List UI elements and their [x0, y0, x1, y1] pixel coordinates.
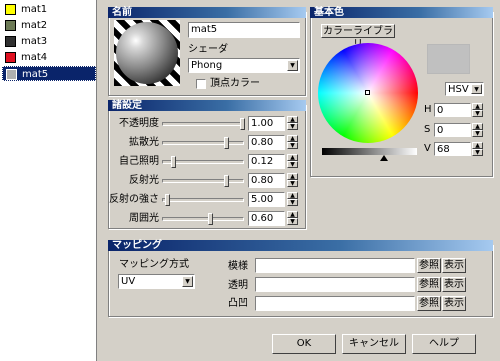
vertex-color-checkbox[interactable] — [196, 79, 206, 89]
material-swatch — [5, 20, 16, 31]
brightness-marker-icon[interactable] — [380, 155, 388, 161]
color-mode-value: HSV — [448, 84, 469, 95]
s-spinner[interactable]: ▲ ▼ — [472, 123, 483, 137]
settings-header: 諸設定 — [108, 100, 306, 111]
chevron-down-icon: ▼ — [471, 84, 482, 94]
specular-power-spinner[interactable]: ▲ ▼ — [287, 192, 298, 207]
diffuse-spinner[interactable]: ▲ ▼ — [287, 135, 298, 150]
pattern-show-button[interactable]: 表示 — [442, 258, 466, 273]
diffuse-slider[interactable] — [162, 137, 244, 149]
self-illumination-spinner[interactable]: ▲ ▼ — [287, 154, 298, 169]
slider-thumb[interactable] — [165, 194, 170, 206]
material-preview — [114, 20, 180, 86]
mapping-method-label: マッピング方式 — [119, 259, 189, 270]
shader-label: シェーダ — [188, 44, 228, 55]
preview-sphere — [116, 22, 178, 84]
transparency-map-input[interactable] — [255, 277, 415, 292]
basic-color-header: 基本色 — [310, 7, 493, 18]
opacity-spinner[interactable]: ▲ ▼ — [287, 116, 298, 131]
mapping-method-select[interactable]: UV ▼ — [118, 274, 195, 289]
material-swatch — [5, 36, 16, 47]
material-item[interactable]: mat4 — [2, 50, 96, 65]
diffuse-input[interactable]: 0.80 — [248, 135, 285, 150]
current-color-swatch — [427, 44, 470, 74]
s-label: S — [424, 124, 431, 135]
self-illumination-input[interactable]: 0.12 — [248, 154, 285, 169]
vertex-color-label: 頂点カラー — [210, 78, 260, 89]
self-illumination-slider[interactable] — [162, 156, 244, 168]
pattern-browse-button[interactable]: 参照 — [417, 258, 441, 273]
specular-label: 反射光 — [129, 175, 159, 186]
pattern-map-label: 模様 — [228, 261, 248, 272]
color-wheel[interactable] — [318, 43, 418, 143]
material-item[interactable]: mat3 — [2, 34, 96, 49]
slider-thumb[interactable] — [224, 175, 229, 187]
mapping-method-value: UV — [121, 276, 136, 287]
transparency-browse-button[interactable]: 参照 — [417, 277, 441, 292]
self-illumination-label: 自己照明 — [119, 156, 159, 167]
material-label: mat5 — [22, 69, 49, 80]
pattern-map-input[interactable] — [255, 258, 415, 273]
chevron-down-icon: ▼ — [287, 60, 298, 71]
material-item-selected[interactable]: mat5 — [2, 66, 96, 81]
h-label: H — [424, 104, 432, 115]
shader-value: Phong — [191, 60, 223, 71]
ambient-input[interactable]: 0.60 — [248, 211, 285, 226]
bump-map-label: 凸凹 — [228, 298, 248, 309]
bump-browse-button[interactable]: 参照 — [417, 296, 441, 311]
shader-select[interactable]: Phong ▼ — [188, 58, 300, 73]
material-swatch — [6, 69, 17, 80]
diffuse-label: 拡散光 — [129, 137, 159, 148]
h-spinner[interactable]: ▲ ▼ — [472, 103, 483, 117]
color-wheel-cursor[interactable] — [365, 90, 370, 95]
specular-power-slider[interactable] — [162, 194, 244, 206]
opacity-slider[interactable] — [162, 118, 245, 130]
material-list[interactable]: mat1 mat2 mat3 mat4 mat5 — [0, 0, 97, 361]
slider-thumb[interactable] — [208, 213, 213, 225]
bump-map-input[interactable] — [255, 296, 415, 311]
transparency-map-label: 透明 — [228, 280, 248, 291]
v-label: V — [424, 143, 431, 154]
material-label: mat1 — [21, 4, 48, 15]
mapping-header: マッピング — [108, 240, 493, 251]
bump-show-button[interactable]: 表示 — [442, 296, 466, 311]
brightness-bar[interactable] — [322, 148, 417, 155]
v-input[interactable]: 68 — [434, 142, 471, 156]
opacity-input[interactable]: 1.00 — [248, 116, 285, 131]
slider-thumb[interactable] — [224, 137, 229, 149]
material-name-input[interactable]: mat5 — [188, 22, 300, 38]
chevron-down-icon: ▼ — [182, 276, 193, 287]
specular-input[interactable]: 0.80 — [248, 173, 285, 188]
slider-thumb[interactable] — [171, 156, 176, 168]
color-mode-select[interactable]: HSV ▼ — [445, 82, 484, 96]
s-input[interactable]: 0 — [434, 123, 471, 137]
name-panel-header: 名前 — [108, 7, 306, 18]
material-swatch — [5, 4, 16, 15]
material-label: mat3 — [21, 36, 48, 47]
material-swatch — [5, 52, 16, 63]
cancel-button[interactable]: キャンセル — [342, 334, 406, 354]
specular-slider[interactable] — [162, 175, 244, 187]
color-library-button[interactable]: カラーライブラリ — [321, 24, 395, 50]
ok-button[interactable]: OK — [272, 334, 336, 354]
h-input[interactable]: 0 — [434, 103, 471, 117]
specular-power-input[interactable]: 5.00 — [248, 192, 285, 207]
v-spinner[interactable]: ▲ ▼ — [472, 142, 483, 156]
material-item[interactable]: mat1 — [2, 2, 96, 17]
help-button[interactable]: ヘルプ — [412, 334, 476, 354]
material-label: mat2 — [21, 20, 48, 31]
material-label: mat4 — [21, 52, 48, 63]
ambient-label: 周囲光 — [129, 213, 159, 224]
transparency-show-button[interactable]: 表示 — [442, 277, 466, 292]
ambient-slider[interactable] — [162, 213, 244, 225]
specular-spinner[interactable]: ▲ ▼ — [287, 173, 298, 188]
material-item[interactable]: mat2 — [2, 18, 96, 33]
ambient-spinner[interactable]: ▲ ▼ — [287, 211, 298, 226]
slider-thumb[interactable] — [240, 118, 245, 130]
opacity-label: 不透明度 — [119, 118, 159, 129]
specular-power-label: 反射の強さ — [109, 194, 159, 205]
